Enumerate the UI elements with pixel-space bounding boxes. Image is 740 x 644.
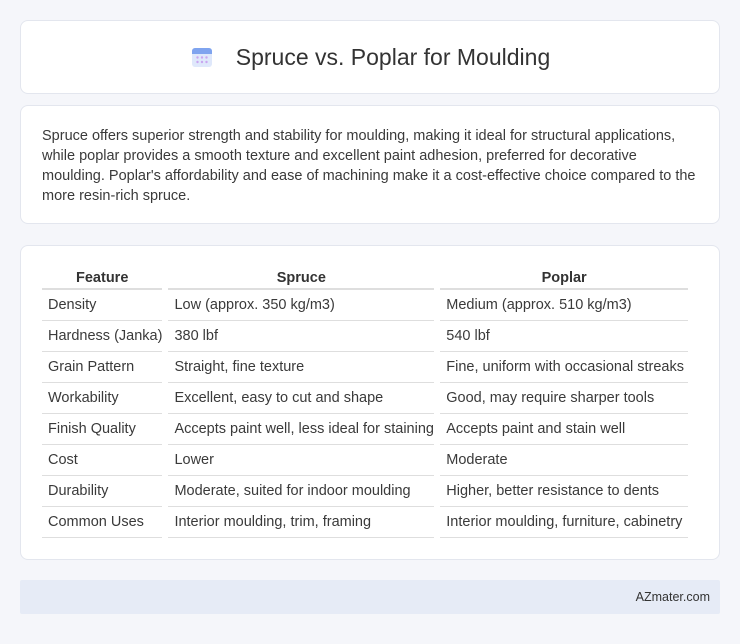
poplar-cell: Moderate — [440, 445, 688, 476]
poplar-cell: Accepts paint and stain well — [440, 414, 688, 445]
comparison-table: Feature Spruce Poplar Density Low (appro… — [36, 266, 694, 538]
spruce-cell: Excellent, easy to cut and shape — [168, 383, 435, 414]
footer-bar: AZmater.com — [20, 580, 720, 614]
header-poplar: Poplar — [440, 266, 688, 290]
table-row: Density Low (approx. 350 kg/m3) Medium (… — [42, 290, 688, 321]
feature-cell: Common Uses — [42, 507, 163, 538]
feature-cell: Workability — [42, 383, 163, 414]
table-row: Hardness (Janka) 380 lbf 540 lbf — [42, 321, 688, 352]
feature-cell: Grain Pattern — [42, 352, 163, 383]
header-spruce: Spruce — [168, 266, 435, 290]
table-row: Grain Pattern Straight, fine texture Fin… — [42, 352, 688, 383]
comparison-table-card: Feature Spruce Poplar Density Low (appro… — [20, 245, 720, 560]
table-row: Cost Lower Moderate — [42, 445, 688, 476]
summary-card: Spruce offers superior strength and stab… — [20, 105, 720, 224]
table-row: Workability Excellent, easy to cut and s… — [42, 383, 688, 414]
poplar-cell: Medium (approx. 510 kg/m3) — [440, 290, 688, 321]
spruce-cell: Interior moulding, trim, framing — [168, 507, 435, 538]
header-feature: Feature — [42, 266, 163, 290]
spruce-cell: Accepts paint well, less ideal for stain… — [168, 414, 435, 445]
spruce-cell: Lower — [168, 445, 435, 476]
feature-cell: Durability — [42, 476, 163, 507]
feature-cell: Finish Quality — [42, 414, 163, 445]
calendar-icon — [191, 48, 212, 67]
feature-cell: Cost — [42, 445, 163, 476]
footer-brand-link[interactable]: AZmater.com — [636, 590, 710, 604]
spruce-cell: Low (approx. 350 kg/m3) — [168, 290, 435, 321]
table-header-row: Feature Spruce Poplar — [42, 266, 688, 290]
title-card: Spruce vs. Poplar for Moulding — [20, 20, 720, 94]
poplar-cell: 540 lbf — [440, 321, 688, 352]
poplar-cell: Fine, uniform with occasional streaks — [440, 352, 688, 383]
table-row: Finish Quality Accepts paint well, less … — [42, 414, 688, 445]
feature-cell: Density — [42, 290, 163, 321]
spruce-cell: Straight, fine texture — [168, 352, 435, 383]
table-row: Durability Moderate, suited for indoor m… — [42, 476, 688, 507]
spruce-cell: Moderate, suited for indoor moulding — [168, 476, 435, 507]
spruce-cell: 380 lbf — [168, 321, 435, 352]
table-row: Common Uses Interior moulding, trim, fra… — [42, 507, 688, 538]
poplar-cell: Interior moulding, furniture, cabinetry — [440, 507, 688, 538]
feature-cell: Hardness (Janka) — [42, 321, 163, 352]
poplar-cell: Good, may require sharper tools — [440, 383, 688, 414]
title-wrap: Spruce vs. Poplar for Moulding — [190, 43, 551, 71]
poplar-cell: Higher, better resistance to dents — [440, 476, 688, 507]
page-title: Spruce vs. Poplar for Moulding — [235, 43, 551, 70]
summary-text: Spruce offers superior strength and stab… — [42, 128, 696, 204]
